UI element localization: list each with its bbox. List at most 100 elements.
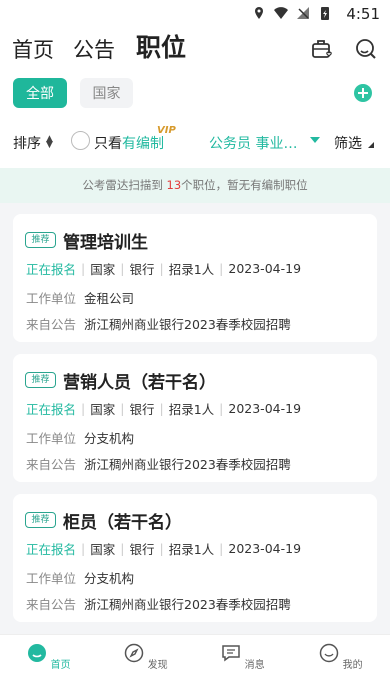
work-unit-row: 工作单位 金租公司 <box>26 288 134 307</box>
job-title: 管理培训生 <box>63 233 148 253</box>
bottom-nav-label: 消息 <box>244 660 265 671</box>
notice-value: 浙江稠州商业银行2023春季校园招聘 <box>84 597 291 612</box>
category-dropdown[interactable]: 公务员 事业… <box>209 133 297 153</box>
job-title: 柜员（若干名） <box>63 513 182 533</box>
no-signal-icon <box>297 7 309 19</box>
search-icon[interactable] <box>355 38 377 60</box>
sort-arrows-icon: ▲ ▼ <box>46 134 53 150</box>
banner-count: 13 <box>166 178 182 192</box>
banner-suffix: 个职位，暂无有编制职位 <box>181 178 308 192</box>
notice-row: 来自公告 浙江稠州商业银行2023春季校园招聘 <box>26 594 291 613</box>
notice-row: 来自公告 浙江稠州商业银行2023春季校园招聘 <box>26 314 291 333</box>
message-icon <box>222 645 241 662</box>
region-filter-row: 全部 国家 <box>0 70 390 116</box>
only-highlight: 有编制 <box>122 136 164 152</box>
only-prefix: 只看 <box>94 136 122 152</box>
home-icon <box>28 644 47 662</box>
only-staffed-radio[interactable] <box>71 131 90 150</box>
location-icon <box>255 7 263 19</box>
chip-all[interactable]: 全部 <box>13 78 67 108</box>
chip-national[interactable]: 国家 <box>80 78 133 108</box>
only-staffed-label[interactable]: 只看有编制 <box>94 133 164 153</box>
vip-badge: VIP <box>157 125 176 136</box>
divider: | <box>120 401 125 416</box>
work-unit-label: 工作单位 <box>26 291 77 306</box>
job-region: 国家 <box>90 542 116 557</box>
notice-label: 来自公告 <box>26 597 77 612</box>
job-card[interactable]: 推荐 柜员（若干名） 正在报名 | 国家 | 银行 | 招录1人 | 2023-04-1… <box>13 494 377 622</box>
sort-button[interactable]: 排序 <box>13 133 41 153</box>
work-unit-row: 工作单位 分支机构 <box>26 428 134 447</box>
divider: | <box>159 261 164 276</box>
job-recruit: 招录1人 <box>168 262 215 277</box>
job-industry: 银行 <box>129 402 155 417</box>
profile-icon <box>320 643 339 663</box>
divider: | <box>120 541 125 556</box>
divider: | <box>81 401 86 416</box>
corner-triangle-icon <box>368 142 374 148</box>
status-time: 4:51 <box>346 5 380 23</box>
job-industry: 银行 <box>129 262 155 277</box>
job-region: 国家 <box>90 402 116 417</box>
recommend-badge: 推荐 <box>25 512 56 528</box>
job-title: 营销人员（若干名） <box>63 373 216 393</box>
work-unit-value: 分支机构 <box>84 571 135 586</box>
job-card[interactable]: 推荐 营销人员（若干名） 正在报名 | 国家 | 银行 | 招录1人 | 2023-04… <box>13 354 377 482</box>
bottom-nav-label: 我的 <box>342 660 363 671</box>
tab-home[interactable]: 首页 <box>12 34 54 64</box>
battery-icon <box>321 7 329 20</box>
scan-result-banner: 公考雷达扫描到 13个职位，暂无有编制职位 <box>0 168 390 203</box>
divider: | <box>120 261 125 276</box>
sort-bar: 排序 ▲ ▼ 只看有编制 VIP 公务员 事业… 筛选 <box>0 116 390 168</box>
wifi-icon <box>274 7 288 19</box>
divider: | <box>81 541 86 556</box>
work-unit-value: 金租公司 <box>84 291 135 306</box>
work-unit-row: 工作单位 分支机构 <box>26 568 134 587</box>
notice-label: 来自公告 <box>26 317 77 332</box>
recommend-badge: 推荐 <box>25 372 56 388</box>
bottom-nav-home[interactable]: 首页 <box>19 643 79 671</box>
divider: | <box>219 401 224 416</box>
divider: | <box>81 261 86 276</box>
job-status: 正在报名 <box>26 542 77 557</box>
bottom-nav-discover[interactable]: 发现 <box>116 643 176 671</box>
notice-value: 浙江稠州商业银行2023春季校园招聘 <box>84 317 291 332</box>
job-region: 国家 <box>90 262 116 277</box>
job-date: 2023-04-19 <box>228 261 302 276</box>
tab-notices[interactable]: 公告 <box>73 34 115 64</box>
job-meta: 正在报名 | 国家 | 银行 | 招录1人 | 2023-04-19 <box>26 539 301 558</box>
notice-row: 来自公告 浙江稠州商业银行2023春季校园招聘 <box>26 454 291 473</box>
job-recruit: 招录1人 <box>168 542 215 557</box>
tab-positions[interactable]: 职位 <box>136 28 186 64</box>
divider: | <box>159 401 164 416</box>
bottom-nav: 首页 发现 消息 我的 <box>0 634 390 693</box>
top-nav: 首页 公告 职位 <box>0 28 390 70</box>
job-status: 正在报名 <box>26 402 77 417</box>
work-unit-label: 工作单位 <box>26 431 77 446</box>
recommend-badge: 推荐 <box>25 232 56 248</box>
notice-label: 来自公告 <box>26 457 77 472</box>
job-meta: 正在报名 | 国家 | 银行 | 招录1人 | 2023-04-19 <box>26 259 301 278</box>
status-bar: 4:51 <box>0 0 390 28</box>
dropdown-arrow-icon[interactable] <box>310 137 320 143</box>
add-filter-button[interactable] <box>354 84 372 102</box>
job-status: 正在报名 <box>26 262 77 277</box>
banner-prefix: 公考雷达扫描到 <box>82 178 167 192</box>
bottom-nav-messages[interactable]: 消息 <box>213 643 273 671</box>
job-meta: 正在报名 | 国家 | 银行 | 招录1人 | 2023-04-19 <box>26 399 301 418</box>
compass-icon <box>125 643 144 663</box>
divider: | <box>219 261 224 276</box>
divider: | <box>219 541 224 556</box>
bottom-nav-label: 发现 <box>147 660 168 671</box>
job-date: 2023-04-19 <box>228 401 302 416</box>
work-unit-value: 分支机构 <box>84 431 135 446</box>
bottom-nav-mine[interactable]: 我的 <box>311 643 371 671</box>
job-card[interactable]: 推荐 管理培训生 正在报名 | 国家 | 银行 | 招录1人 | 2023-04-19 … <box>13 214 377 342</box>
job-date: 2023-04-19 <box>228 541 302 556</box>
filter-button[interactable]: 筛选 <box>334 133 362 153</box>
divider: | <box>159 541 164 556</box>
notice-value: 浙江稠州商业银行2023春季校园招聘 <box>84 457 291 472</box>
briefcase-heart-icon[interactable] <box>311 38 333 60</box>
work-unit-label: 工作单位 <box>26 571 77 586</box>
job-industry: 银行 <box>129 542 155 557</box>
